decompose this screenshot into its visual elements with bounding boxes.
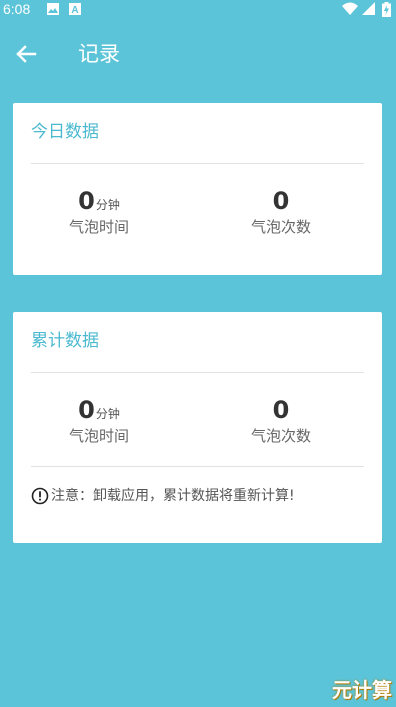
a-icon: A — [69, 3, 81, 16]
total-card-title: 累计数据 — [31, 331, 99, 351]
today-bubble-count-stat: 0 气泡次数 — [201, 186, 361, 238]
total-bubble-time-label: 气泡时间 — [68, 427, 129, 445]
page-title: 记录 — [78, 42, 120, 66]
today-bubble-count-value: 0 — [272, 187, 290, 215]
reset-notice: 注意：卸载应用，累计数据将重新计算! — [31, 485, 295, 507]
signal-icon — [362, 2, 375, 15]
total-card-divider-top — [31, 372, 364, 373]
wifi-icon — [342, 2, 358, 15]
image-icon — [47, 3, 59, 15]
status-bar: 6:08 A — [0, 0, 396, 20]
back-button[interactable] — [10, 38, 42, 70]
today-bubble-count-label: 气泡次数 — [250, 218, 311, 236]
today-bubble-time-value: 0 — [78, 187, 95, 215]
total-bubble-time-unit: 分钟 — [95, 407, 120, 421]
watermark-logo: 元计算 — [332, 678, 392, 702]
total-bubble-time-value: 0 — [78, 396, 95, 424]
svg-text:A: A — [71, 5, 78, 16]
total-data-card: 累计数据 0分钟 气泡时间 0 气泡次数 注意：卸载应用，累计数据将重新计算! — [13, 312, 382, 543]
reset-notice-text: 注意：卸载应用，累计数据将重新计算! — [51, 488, 295, 504]
alert-circle-icon — [31, 487, 49, 505]
status-time: 6:08 — [3, 1, 31, 17]
today-data-card: 今日数据 0分钟 气泡时间 0 气泡次数 — [13, 103, 382, 275]
total-bubble-time-stat: 0分钟 气泡时间 — [19, 395, 179, 447]
total-bubble-count-label: 气泡次数 — [250, 427, 311, 445]
today-bubble-time-stat: 0分钟 气泡时间 — [19, 186, 179, 238]
today-card-title: 今日数据 — [31, 122, 99, 142]
app-bar: 记录 — [0, 22, 396, 86]
today-card-divider — [31, 163, 364, 164]
battery-icon — [382, 2, 391, 17]
total-card-divider-bottom — [31, 466, 364, 467]
total-bubble-count-value: 0 — [272, 396, 290, 424]
today-bubble-time-label: 气泡时间 — [68, 218, 129, 236]
today-bubble-time-unit: 分钟 — [95, 198, 120, 212]
arrow-left-icon — [16, 45, 37, 63]
total-bubble-count-stat: 0 气泡次数 — [201, 395, 361, 447]
